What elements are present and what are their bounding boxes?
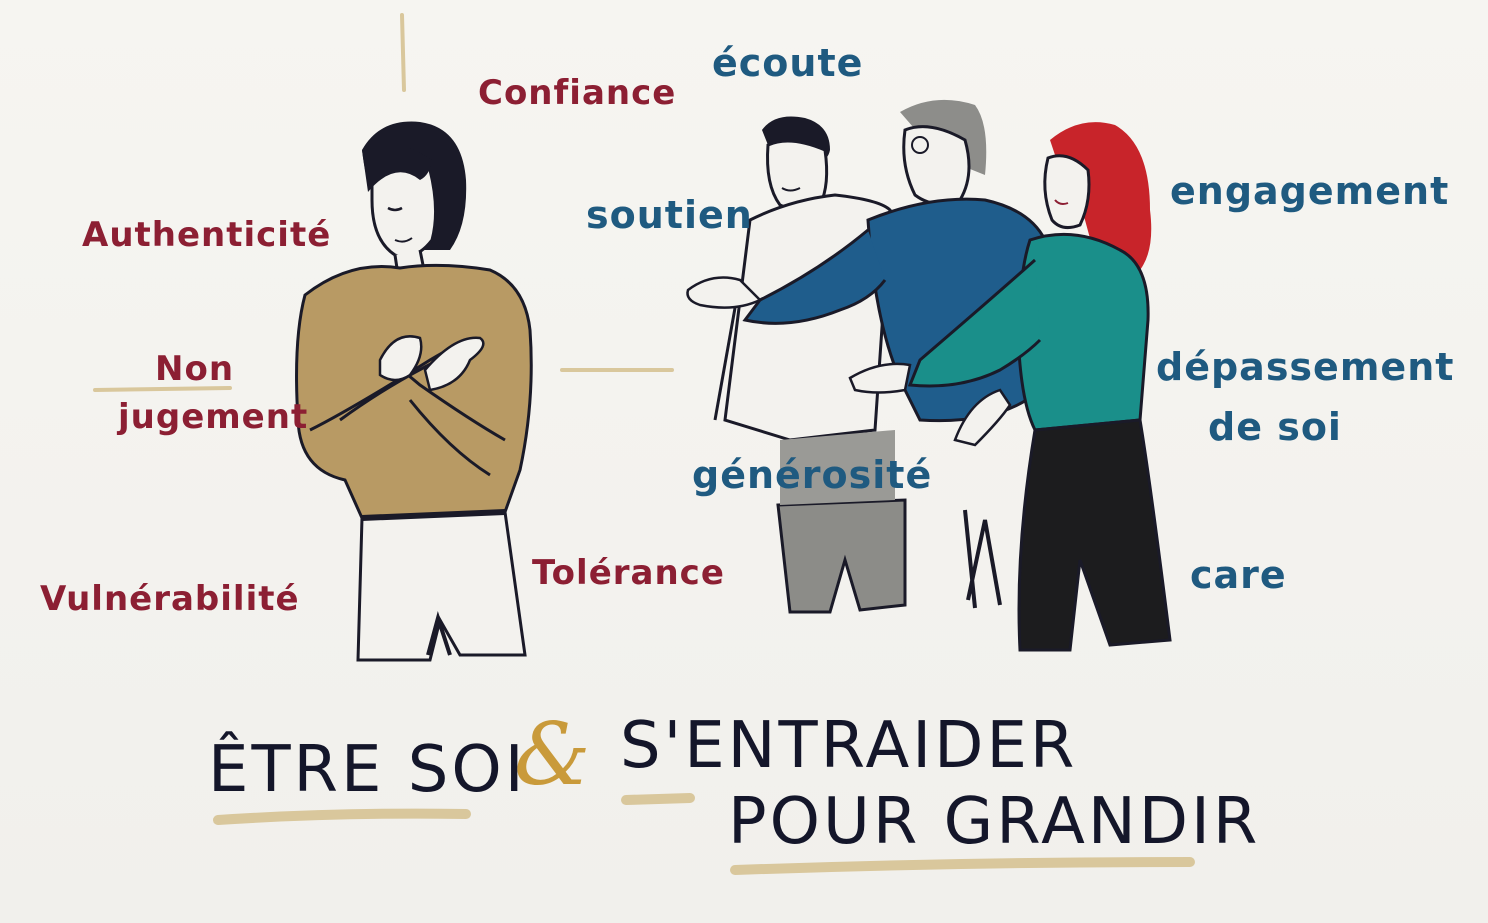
word-tolerance: Tolérance: [532, 553, 725, 593]
word-engagement: engagement: [1170, 169, 1450, 213]
title-pour-grandir: POUR GRANDIR: [728, 785, 1261, 859]
word-authenticite: Authenticité: [82, 215, 332, 255]
person-self-figure: [295, 121, 533, 662]
person-white-shirt-figure: [686, 116, 907, 614]
word-generosite: générosité: [692, 453, 933, 497]
title-etre-soi: ÊTRE SOI: [208, 733, 527, 807]
word-care: care: [1190, 553, 1287, 597]
word-depassement: dépassement: [1156, 345, 1455, 389]
word-soutien: soutien: [586, 193, 753, 237]
word-confiance: Confiance: [478, 73, 677, 113]
title-ampersand: &: [514, 705, 591, 805]
word-non: Non: [155, 349, 235, 389]
illustration-board: Confiance écoute Authenticité soutien en…: [0, 0, 1488, 923]
word-ecoute: écoute: [712, 41, 864, 85]
word-vulnerabilite: Vulnérabilité: [40, 579, 300, 619]
word-jugement: jugement: [118, 397, 309, 437]
title-sentraider: S'ENTRAIDER: [620, 709, 1078, 783]
word-de-soi: de soi: [1208, 405, 1342, 449]
